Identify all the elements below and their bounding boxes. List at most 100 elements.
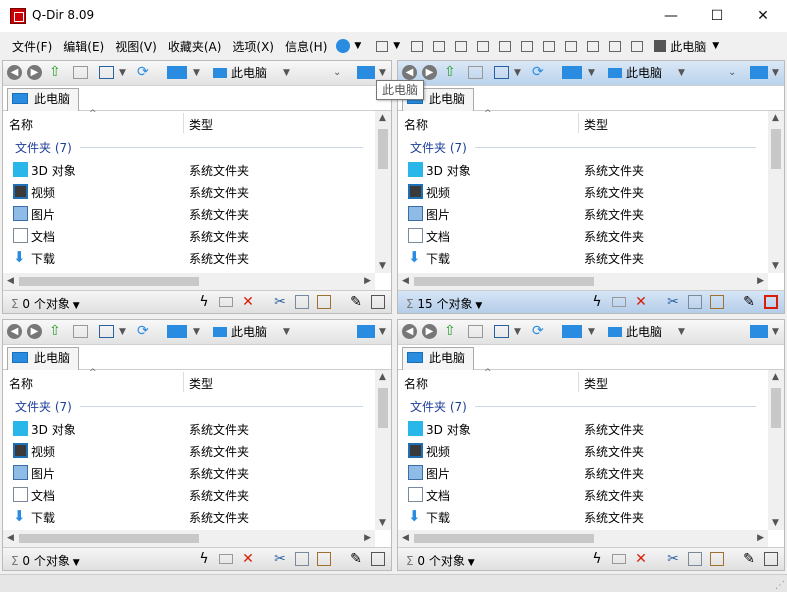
rename-icon[interactable]: ✎: [742, 552, 756, 566]
drive-icon[interactable]: [167, 66, 187, 79]
column-divider[interactable]: [578, 113, 579, 133]
properties-icon[interactable]: [371, 552, 385, 566]
back-icon[interactable]: ◀: [402, 65, 417, 80]
chevron-down-icon[interactable]: ▼: [119, 327, 126, 337]
layout-5-icon[interactable]: [499, 40, 512, 52]
scroll-down-icon[interactable]: ▼: [772, 518, 779, 528]
desktop-icon[interactable]: [357, 325, 375, 338]
tab-this-pc[interactable]: 此电脑: [7, 347, 79, 370]
horizontal-scrollbar[interactable]: ◀ ▶: [398, 273, 768, 290]
menu-favorites[interactable]: 收藏夹(A): [162, 38, 227, 55]
new-folder-icon[interactable]: [468, 325, 483, 338]
rename-icon[interactable]: ✎: [349, 295, 363, 309]
layout-2-icon[interactable]: [433, 40, 446, 52]
chevron-down-icon[interactable]: ▼: [119, 68, 126, 78]
expand-icon[interactable]: ⌄: [333, 67, 341, 78]
properties-icon[interactable]: [764, 552, 778, 566]
list-item[interactable]: ⬇ 下载 系统文件夹: [406, 247, 768, 269]
list-item[interactable]: 文档 系统文件夹: [406, 484, 768, 506]
new-folder-icon[interactable]: [73, 66, 88, 79]
lightning-icon[interactable]: ϟ: [197, 295, 211, 309]
chevron-down-icon[interactable]: ▼: [712, 41, 719, 51]
copy-icon[interactable]: [295, 295, 309, 309]
tab-this-pc[interactable]: 此电脑: [402, 347, 474, 370]
chevron-down-icon[interactable]: ▼: [379, 68, 386, 78]
chevron-down-icon[interactable]: ▼: [193, 327, 200, 337]
column-name[interactable]: 名称: [404, 375, 428, 392]
group-header[interactable]: 文件夹 (7): [15, 398, 72, 415]
up-folder-icon[interactable]: ⇧: [49, 324, 64, 338]
scroll-right-icon[interactable]: ▶: [364, 533, 371, 543]
menu-options[interactable]: 选项(X): [226, 38, 279, 55]
forward-icon[interactable]: ▶: [27, 65, 42, 80]
menu-view[interactable]: 视图(V): [109, 38, 162, 55]
column-type[interactable]: 类型: [584, 375, 608, 392]
list-item[interactable]: 视频 系统文件夹: [406, 181, 768, 203]
horizontal-scrollbar[interactable]: ◀ ▶: [398, 530, 768, 547]
scroll-thumb[interactable]: [19, 277, 199, 286]
computer-icon[interactable]: [654, 40, 667, 52]
list-item[interactable]: 文档 系统文件夹: [406, 225, 768, 247]
chevron-down-icon[interactable]: ▼: [588, 327, 595, 337]
column-name[interactable]: 名称: [9, 116, 33, 133]
up-folder-icon[interactable]: ⇧: [444, 65, 459, 79]
mail-icon[interactable]: [219, 297, 233, 307]
layout-4-icon[interactable]: [477, 40, 490, 52]
scroll-thumb[interactable]: [771, 388, 781, 428]
list-item[interactable]: ⬇ 下载 系统文件夹: [11, 247, 375, 269]
scroll-down-icon[interactable]: ▼: [379, 261, 386, 271]
scroll-left-icon[interactable]: ◀: [7, 533, 14, 543]
list-item[interactable]: 视频 系统文件夹: [11, 440, 375, 462]
resize-grip-icon[interactable]: ⋰: [775, 580, 785, 591]
scroll-up-icon[interactable]: ▲: [379, 113, 386, 123]
minimize-button[interactable]: —: [648, 0, 694, 32]
list-item[interactable]: ⬇ 下载 系统文件夹: [11, 506, 375, 528]
forward-icon[interactable]: ▶: [422, 65, 437, 80]
layout-11-icon[interactable]: [631, 40, 644, 52]
vertical-scrollbar[interactable]: ▲ ▼: [375, 370, 391, 530]
chevron-down-icon[interactable]: ▼: [283, 327, 290, 337]
back-icon[interactable]: ◀: [402, 324, 417, 339]
list-item[interactable]: 文档 系统文件夹: [11, 484, 375, 506]
chevron-down-icon[interactable]: ▼: [354, 41, 361, 51]
horizontal-scrollbar[interactable]: ◀ ▶: [3, 273, 375, 290]
group-header[interactable]: 文件夹 (7): [410, 398, 467, 415]
refresh-icon[interactable]: ⟳: [532, 65, 547, 79]
layout-8-icon[interactable]: [565, 40, 578, 52]
scroll-left-icon[interactable]: ◀: [402, 533, 409, 543]
properties-icon[interactable]: [764, 295, 778, 309]
chevron-down-icon[interactable]: ▼: [514, 68, 521, 78]
scroll-down-icon[interactable]: ▼: [772, 261, 779, 271]
scroll-right-icon[interactable]: ▶: [757, 533, 764, 543]
list-item[interactable]: 3D 对象 系统文件夹: [406, 159, 768, 181]
chevron-down-icon[interactable]: ▼: [772, 327, 779, 337]
layout-1-icon[interactable]: [411, 40, 424, 52]
lightning-icon[interactable]: ϟ: [590, 552, 604, 566]
layout-6-icon[interactable]: [521, 40, 534, 52]
list-item[interactable]: 图片 系统文件夹: [11, 462, 375, 484]
vertical-scrollbar[interactable]: ▲ ▼: [768, 111, 784, 273]
layout-quad-icon[interactable]: [376, 40, 389, 52]
scroll-right-icon[interactable]: ▶: [364, 276, 371, 286]
mail-icon[interactable]: [219, 554, 233, 564]
globe-icon[interactable]: [336, 39, 351, 53]
copy-icon[interactable]: [688, 552, 702, 566]
forward-icon[interactable]: ▶: [27, 324, 42, 339]
desktop-icon[interactable]: [750, 66, 768, 79]
rename-icon[interactable]: ✎: [742, 295, 756, 309]
chevron-down-icon[interactable]: ▼: [379, 327, 386, 337]
delete-icon[interactable]: ✕: [241, 552, 255, 566]
refresh-icon[interactable]: ⟳: [137, 65, 152, 79]
address-bar[interactable]: 此电脑: [231, 65, 267, 82]
column-name[interactable]: 名称: [9, 375, 33, 392]
back-icon[interactable]: ◀: [7, 324, 22, 339]
drive-icon[interactable]: [562, 66, 582, 79]
drive-icon[interactable]: [167, 325, 187, 338]
list-item[interactable]: 图片 系统文件夹: [11, 203, 375, 225]
layout-3-icon[interactable]: [455, 40, 468, 52]
close-button[interactable]: ✕: [740, 0, 786, 32]
view-mode-icon[interactable]: [494, 325, 509, 338]
scroll-up-icon[interactable]: ▲: [772, 372, 779, 382]
layout-7-icon[interactable]: [543, 40, 556, 52]
list-item[interactable]: 3D 对象 系统文件夹: [11, 159, 375, 181]
